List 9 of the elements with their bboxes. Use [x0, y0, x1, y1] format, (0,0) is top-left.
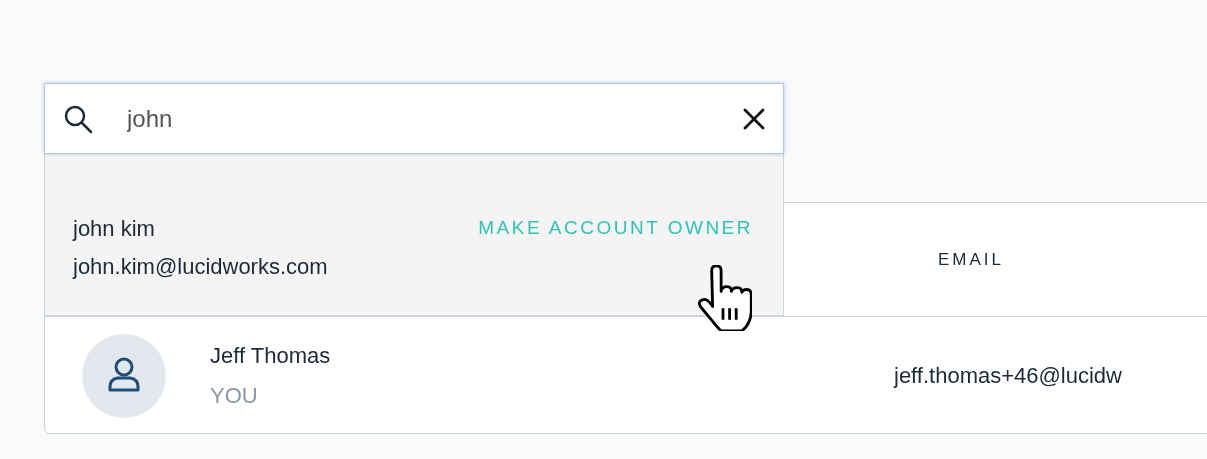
user-avatar-icon — [82, 333, 166, 418]
current-user-label: YOU — [210, 382, 259, 409]
close-icon[interactable] — [742, 107, 766, 131]
suggestion-name: john kim — [73, 216, 156, 242]
user-name: Jeff Thomas — [210, 342, 332, 369]
search-field[interactable]: john — [44, 83, 784, 154]
column-header: EMAIL — [938, 249, 1005, 270]
suggestion-email: john.kim@lucidworks.com — [73, 254, 328, 280]
user-email: jeff.thomas+46@lucidw — [894, 362, 1122, 389]
